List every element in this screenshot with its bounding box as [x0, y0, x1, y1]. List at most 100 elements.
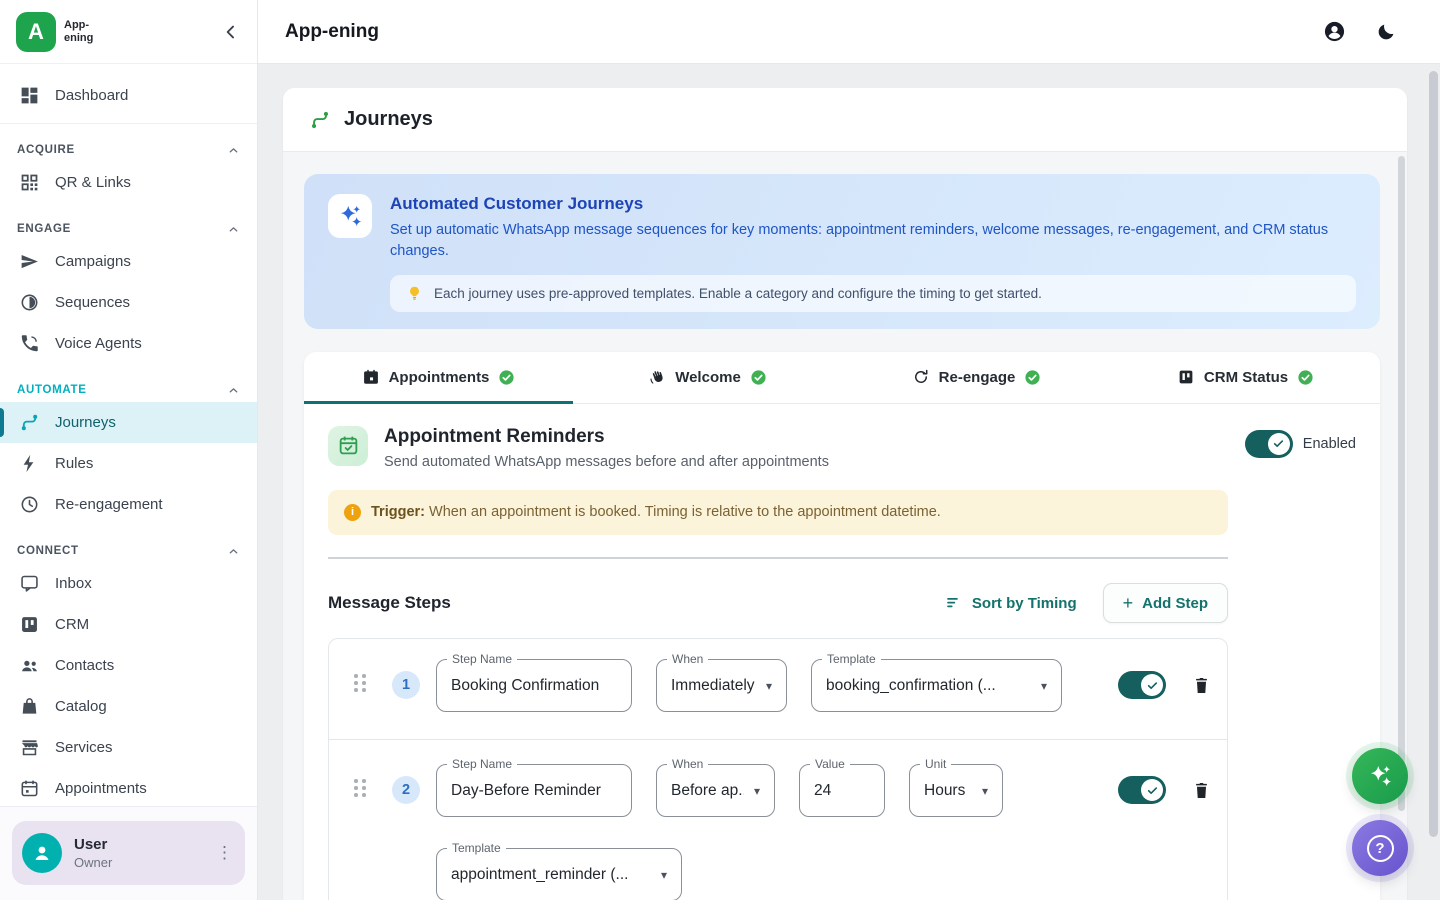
- message-steps-header: Message Steps Sort by Timing + Add Step: [328, 583, 1228, 623]
- sidebar-item-campaigns[interactable]: Campaigns: [0, 241, 257, 282]
- when-select[interactable]: When Before ap...▾: [656, 764, 775, 817]
- sidebar-item-re-engagement[interactable]: Re-engagement: [0, 484, 257, 525]
- main-content-card: Journeys Automated Customer Journeys Set…: [283, 88, 1407, 900]
- reminders-enabled-toggle[interactable]: [1245, 430, 1293, 458]
- account-circle-icon[interactable]: [1323, 20, 1346, 43]
- chevron-left-icon: [221, 22, 241, 42]
- appointments-section: Appointment Reminders Send automated Wha…: [304, 404, 1380, 900]
- sort-button-label: Sort by Timing: [972, 595, 1077, 612]
- step-enabled-toggle[interactable]: [1118, 671, 1166, 699]
- clock-icon: [19, 494, 40, 515]
- sidebar-item-voice-agents[interactable]: Voice Agents: [0, 323, 257, 364]
- sidebar-item-qr-links[interactable]: QR & Links: [0, 162, 257, 203]
- sidebar-item-catalog[interactable]: Catalog: [0, 686, 257, 727]
- drag-handle-icon[interactable]: [353, 779, 367, 797]
- field-value: Before ap...: [671, 782, 744, 800]
- sidebar-item-inbox[interactable]: Inbox: [0, 563, 257, 604]
- banner-tip: Each journey uses pre-approved templates…: [390, 275, 1356, 312]
- sidebar-item-services[interactable]: Services: [0, 727, 257, 768]
- tab-crm-status[interactable]: CRM Status: [1111, 352, 1380, 403]
- user-menu-button[interactable]: ⋮: [216, 843, 233, 863]
- tab-appointments[interactable]: Appointments: [304, 352, 573, 403]
- sidebar-item-label: Appointments: [55, 780, 147, 797]
- when-select[interactable]: When Immediately▾: [656, 659, 787, 712]
- step-number-badge: 2: [392, 776, 420, 804]
- field-value: 24: [814, 782, 831, 800]
- ai-assistant-fab[interactable]: [1352, 748, 1408, 804]
- calendar-check-icon: [337, 434, 360, 457]
- check-badge-icon: [1297, 369, 1314, 386]
- step-enabled-toggle[interactable]: [1118, 776, 1166, 804]
- journey-settings-card: Appointments Welcome Re-engage CRM Statu…: [304, 352, 1380, 900]
- delete-step-icon[interactable]: [1192, 780, 1211, 801]
- page-title: Journeys: [344, 108, 433, 131]
- section-header-automate[interactable]: AUTOMATE: [0, 378, 257, 402]
- unit-select[interactable]: Unit Hours▾: [909, 764, 1003, 817]
- banner-text-block: Automated Customer Journeys Set up autom…: [390, 194, 1356, 312]
- sidebar-item-appointments[interactable]: Appointments: [0, 768, 257, 809]
- sidebar-item-label: CRM: [55, 616, 89, 633]
- tab-re-engage[interactable]: Re-engage: [842, 352, 1111, 403]
- template-select[interactable]: Template appointment_reminder (...▾: [436, 848, 682, 900]
- user-role: Owner: [74, 855, 112, 870]
- storefront-icon: [19, 737, 40, 758]
- content-scrollbar-thumb[interactable]: [1398, 156, 1405, 811]
- step-name-field[interactable]: Step Name Day-Before Reminder: [436, 764, 632, 817]
- sidebar-item-label: Services: [55, 739, 113, 756]
- user-meta: User Owner: [74, 836, 112, 870]
- value-field[interactable]: Value 24: [799, 764, 885, 817]
- tab-label: Appointments: [389, 369, 490, 386]
- section-title: ENGAGE: [17, 223, 71, 235]
- dropdown-arrow-icon: ▾: [1041, 679, 1047, 693]
- route-icon: [19, 412, 40, 433]
- sidebar-item-label: Voice Agents: [55, 335, 142, 352]
- delete-step-icon[interactable]: [1192, 675, 1211, 696]
- help-fab[interactable]: ?: [1352, 820, 1408, 876]
- add-step-button[interactable]: + Add Step: [1103, 583, 1228, 623]
- field-value: Immediately: [671, 677, 755, 695]
- sidebar-collapse-button[interactable]: [221, 22, 241, 42]
- sidebar-item-sequences[interactable]: Sequences: [0, 282, 257, 323]
- window-scrollbar-thumb[interactable]: [1429, 71, 1438, 837]
- step-fields: Step Name Day-Before Reminder When Befor…: [436, 764, 1211, 900]
- section-header-acquire[interactable]: ACQUIRE: [0, 138, 257, 162]
- user-card[interactable]: User Owner ⋮: [12, 821, 245, 885]
- message-steps-title: Message Steps: [328, 593, 451, 613]
- step-fields: Step Name Booking Confirmation When Imme…: [436, 659, 1211, 712]
- banner-title: Automated Customer Journeys: [390, 194, 1356, 214]
- field-value: Booking Confirmation: [451, 677, 599, 695]
- step-number-badge: 1: [392, 671, 420, 699]
- dropdown-arrow-icon: ▾: [982, 784, 988, 798]
- trigger-text: When an appointment is booked. Timing is…: [429, 504, 941, 520]
- step-actions: [1118, 776, 1211, 804]
- app-logo-line2: ening: [64, 32, 93, 45]
- reminders-header: Appointment Reminders Send automated Wha…: [328, 426, 1356, 470]
- step-name-field[interactable]: Step Name Booking Confirmation: [436, 659, 632, 712]
- template-select[interactable]: Template booking_confirmation (...▾: [811, 659, 1062, 712]
- steps-list: 1 Step Name Booking Confirmation When Im…: [328, 638, 1228, 900]
- sidebar-item-label: Inbox: [55, 575, 92, 592]
- sidebar-item-dashboard[interactable]: Dashboard: [0, 75, 257, 116]
- dropdown-arrow-icon: ▾: [661, 868, 667, 882]
- people-icon: [19, 655, 40, 676]
- journey-tabs: Appointments Welcome Re-engage CRM Statu…: [304, 352, 1380, 404]
- tab-welcome[interactable]: Welcome: [573, 352, 842, 403]
- sidebar-item-crm[interactable]: CRM: [0, 604, 257, 645]
- dark-mode-moon-icon[interactable]: [1376, 22, 1396, 42]
- calendar-check-tile: [328, 426, 368, 466]
- drag-handle-icon[interactable]: [353, 674, 367, 692]
- kanban-icon: [19, 614, 40, 635]
- section-header-engage[interactable]: ENGAGE: [0, 217, 257, 241]
- section-title: CONNECT: [17, 545, 79, 557]
- sort-icon: [945, 594, 963, 612]
- app-logo-text: App- ening: [64, 19, 93, 44]
- sidebar-item-journeys[interactable]: Journeys: [0, 402, 257, 443]
- reminders-subtitle: Send automated WhatsApp messages before …: [384, 454, 829, 470]
- person-icon: [30, 841, 54, 865]
- section-header-connect[interactable]: CONNECT: [0, 539, 257, 563]
- sidebar-item-contacts[interactable]: Contacts: [0, 645, 257, 686]
- app-logo-line1: App-: [64, 19, 93, 32]
- sort-by-timing-button[interactable]: Sort by Timing: [945, 594, 1077, 612]
- app-logo-letter: A: [28, 19, 44, 45]
- sidebar-item-rules[interactable]: Rules: [0, 443, 257, 484]
